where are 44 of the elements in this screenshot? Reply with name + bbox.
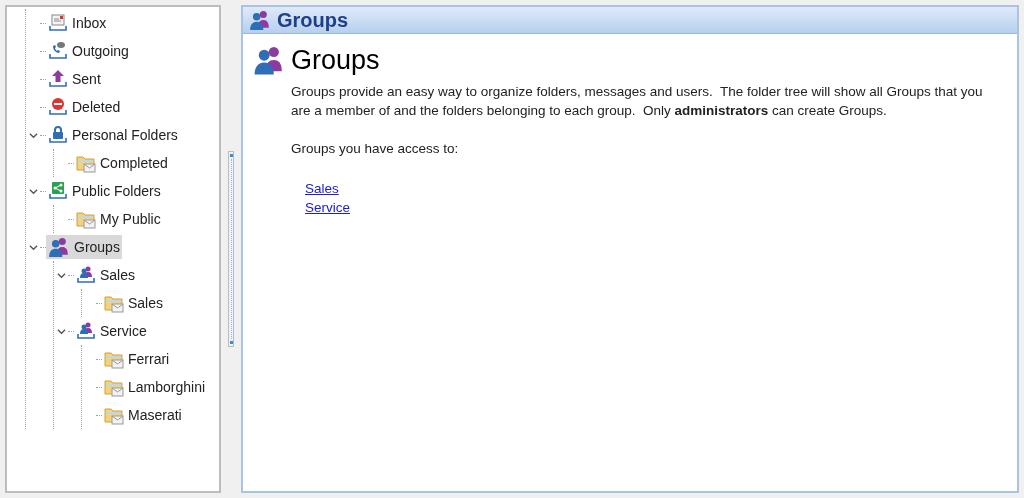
tree-item[interactable]: Completed [74,151,170,175]
tree-item[interactable]: Sent [46,67,103,91]
lock-icon [48,125,68,145]
tree-item[interactable]: Deleted [46,95,123,119]
people-icon [48,236,70,258]
tree-item[interactable]: Outgoing [46,39,131,63]
up-arrow-icon [48,69,68,89]
chevron-icon[interactable] [56,326,66,336]
tree-item[interactable]: Inbox [46,11,109,35]
group-link[interactable]: Sales [305,179,339,199]
tree-item[interactable]: Groups [46,235,122,259]
people-icon [76,321,96,341]
tree-item[interactable]: Service [74,319,149,343]
header-title: Groups [277,8,349,33]
chevron-icon[interactable] [56,270,66,280]
chevron-icon[interactable] [28,242,38,252]
tree-item[interactable]: Maserati [102,403,184,427]
people-icon [249,9,271,31]
chevron-icon[interactable] [28,130,38,140]
folder-mail-icon [76,153,96,173]
tree-item[interactable]: Public Folders [46,179,163,203]
folder-mail-icon [76,209,96,229]
tree-item[interactable]: Personal Folders [46,123,180,147]
tree-item[interactable]: Sales [74,263,138,287]
page-heading: Groups [291,44,381,76]
folder-mail-icon [104,377,124,397]
folder-mail-icon [104,293,124,313]
inbox-icon [48,13,68,33]
folder-mail-icon [104,349,124,369]
tree-item[interactable]: Lamborghini [102,375,208,399]
tree-item[interactable]: My Public [74,207,163,231]
share-icon [48,181,68,201]
no-entry-icon [48,97,68,117]
chevron-icon[interactable] [28,186,38,196]
splitter-handle[interactable] [228,151,234,347]
phone-icon [48,41,68,61]
access-label: Groups you have access to: [291,140,460,158]
people-icon [76,265,96,285]
group-link[interactable]: Service [305,198,350,218]
tree-item[interactable]: Ferrari [102,347,172,371]
people-icon [253,44,285,76]
folder-mail-icon [104,405,124,425]
description-text: Groups provide an easy way to organize folders, messages and users. The folder tree will show all Groups that you are a member of and the folders belonging to each group. Only administrators can create Groups. [291,83,984,120]
tree-item[interactable]: Sales [102,291,166,315]
